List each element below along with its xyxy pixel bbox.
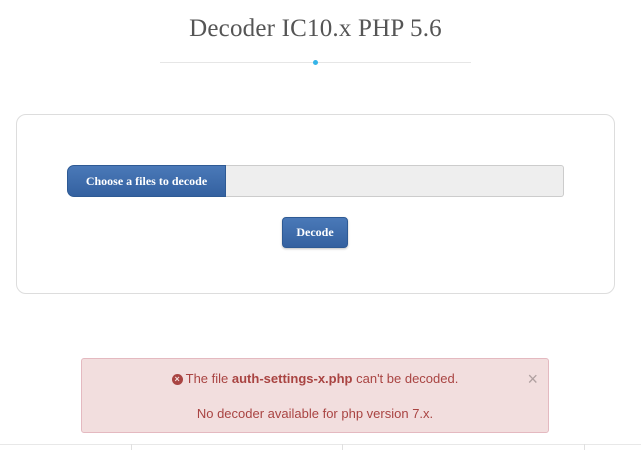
file-name-display[interactable] xyxy=(226,165,564,197)
page: Decoder IC10.x PHP 5.6 Choose a files to… xyxy=(0,0,641,450)
times-circle-icon: × xyxy=(171,374,183,385)
choose-file-button[interactable]: Choose a files to decode xyxy=(67,165,226,197)
upload-card xyxy=(16,114,615,294)
bottom-divider-tick xyxy=(131,444,132,450)
page-title: Decoder IC10.x PHP 5.6 xyxy=(189,15,442,42)
error-alert: × The file auth-settings-x.php can't be d… xyxy=(81,358,549,433)
alert-prefix: The file xyxy=(185,371,232,386)
bottom-divider-tick xyxy=(342,444,343,450)
alert-suffix: can't be decoded. xyxy=(352,371,459,386)
close-icon[interactable]: × xyxy=(527,370,538,388)
alert-message: No decoder available for php version 7.x… xyxy=(196,406,434,421)
bottom-divider-tick xyxy=(584,444,585,450)
decode-button[interactable]: Decode xyxy=(282,217,348,248)
alert-filename: auth-settings-x.php xyxy=(231,371,353,386)
bottom-divider xyxy=(0,444,641,445)
alert-headline: × The file auth-settings-x.php can't be d… xyxy=(82,371,548,386)
file-input-group: Choose a files to decode xyxy=(67,165,564,197)
divider-dot xyxy=(313,60,318,65)
